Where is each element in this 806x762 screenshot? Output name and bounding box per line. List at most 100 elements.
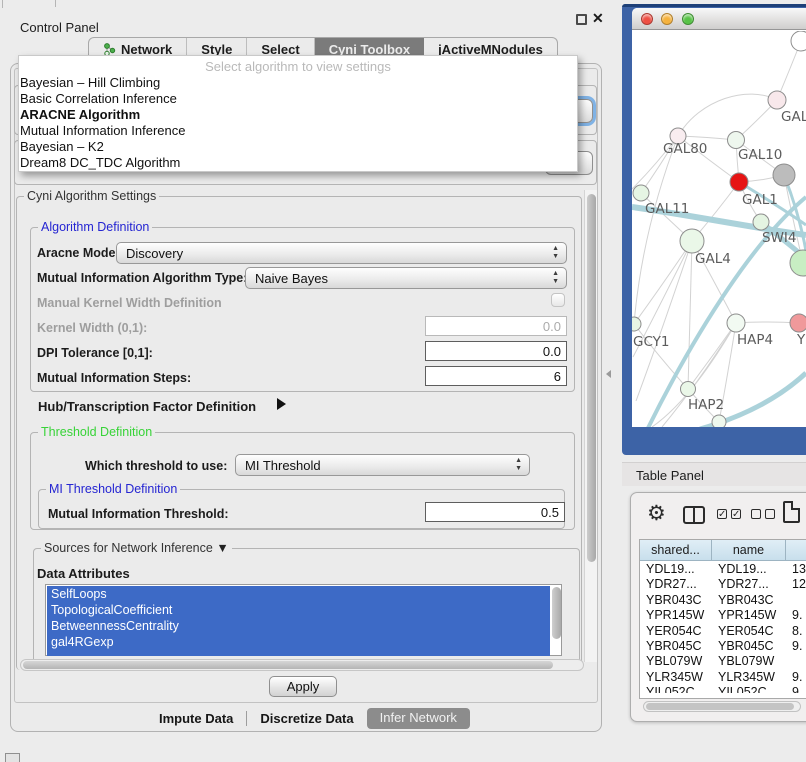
table-rows: YDL19... YDL19... 13 YDR27... YDR27... 1… [640,562,806,693]
dpi-tolerance-field[interactable]: 0.0 [425,341,567,361]
menu-item-basic-correlation[interactable]: Basic Correlation Inference [20,91,570,107]
table-row[interactable]: YIL052C YIL052C 9 [640,685,806,693]
table-row[interactable]: YBR045C YBR045C 9. [640,639,806,654]
table-row[interactable]: YLR345W YLR345W 9. [640,670,806,685]
table-row[interactable]: YBR043C YBR043C [640,593,806,608]
cell: 9. [792,670,802,685]
splitter-collapse-icon[interactable] [606,370,611,378]
cell: YPR145W [718,608,776,623]
apply-button[interactable]: Apply [269,676,337,697]
collapsed-panel-icon[interactable] [5,753,20,762]
node-hap2[interactable] [681,382,696,397]
file-icon[interactable] [783,501,800,523]
settings-vscroll-thumb[interactable] [587,194,596,562]
gear-icon[interactable]: ⚙ [647,501,666,526]
tab-discretize-data[interactable]: Discretize Data [247,709,366,729]
unchecked-checkbox-icon[interactable] [751,509,761,519]
columns-icon[interactable] [683,506,705,524]
data-attributes-list[interactable]: SelfLoops TopologicalCoefficient Between… [45,584,562,656]
list-scrollbar[interactable] [552,587,561,639]
settings-horizontal-scrollbar[interactable] [20,659,584,671]
node-label: GAL [781,109,806,125]
which-threshold-combo[interactable]: MI Threshold ▲▼ [235,454,530,476]
node-salmon[interactable] [790,314,806,332]
mi-type-combo[interactable]: Naive Bayes ▲▼ [245,267,567,289]
settings-vertical-scrollbar[interactable] [584,190,597,662]
mi-type-value: Naive Bayes [255,268,328,289]
cell: YBR043C [646,593,702,608]
network-canvas[interactable]: GAL GAL80 GAL10 GAL1 GAL11 SWI4 GAL4 GCY… [632,31,806,427]
network-window-titlebar[interactable] [632,8,806,30]
tab-infer-network[interactable]: Infer Network [367,708,470,729]
checked-checkbox-icon[interactable]: ✓ [717,509,727,519]
table-hscroll-thumb[interactable] [646,703,794,710]
node-gray[interactable] [773,164,795,186]
cell: YDL19... [718,562,767,577]
node-gcy1[interactable] [632,317,641,331]
unchecked-checkbox-icon[interactable] [765,509,775,519]
float-panel-icon[interactable] [576,14,587,25]
cell: YDL19... [646,562,695,577]
kernel-width-field[interactable]: 0.0 [425,316,567,336]
node-gal1-red[interactable] [730,173,748,191]
column-header-cut[interactable]: A [786,540,806,561]
table-row[interactable]: YPR145W YPR145W 9. [640,608,806,623]
table-horizontal-scrollbar[interactable] [643,701,801,712]
menu-item-aracne[interactable]: ARACNE Algorithm [20,107,570,123]
table-row[interactable]: YDR27... YDR27... 12 [640,577,806,592]
aracne-mode-label: Aracne Mode: [37,246,120,260]
aracne-mode-combo[interactable]: Discovery ▲▼ [116,242,567,264]
node-gal-cut[interactable] [768,91,786,109]
minimize-window-icon[interactable] [661,13,673,25]
cell: 13 [792,562,806,577]
list-item[interactable]: BetweennessCentrality [47,618,550,634]
node-green-bottom[interactable] [712,415,726,427]
cell: 9. [792,608,802,623]
tab-impute-data[interactable]: Impute Data [146,709,246,729]
table-row[interactable]: YBL079W YBL079W [640,654,806,669]
menu-item-bayesian-hill-climbing[interactable]: Bayesian – Hill Climbing [20,75,570,91]
list-item[interactable]: gal4RGexp [47,634,550,650]
list-item[interactable]: TopologicalCoefficient [47,602,550,618]
cell: YPR145W [646,608,704,623]
column-header-name[interactable]: name [712,540,786,561]
menu-item-mutual-information[interactable]: Mutual Information Inference [20,123,570,139]
control-panel-title: Control Panel [20,20,99,35]
node-gal11[interactable] [633,185,649,201]
window-edge-line [2,0,3,8]
settings-hscroll-thumb[interactable] [23,661,553,669]
cell: YER054C [718,624,774,639]
menu-item-bayesian-k2[interactable]: Bayesian – K2 [20,139,570,155]
menu-item-dream8[interactable]: Dream8 DC_TDC Algorithm [20,155,570,171]
table-panel-title: Table Panel [636,468,704,483]
cell: YDR27... [718,577,769,592]
table-row[interactable]: YER054C YER054C 8. [640,624,806,639]
node-unlabeled[interactable] [791,31,806,51]
hub-expand-icon[interactable] [277,398,286,410]
threshold-definition-title: Threshold Definition [38,425,155,439]
collapse-triangle-icon[interactable]: ▼ [216,541,228,555]
cell: YIL052C [718,685,767,693]
close-panel-icon[interactable]: ✕ [592,10,604,27]
node-hap4[interactable] [727,314,745,332]
mi-steps-field[interactable]: 6 [425,366,567,386]
cell: 8. [792,624,802,639]
cell: YLR345W [646,670,703,685]
column-header-shared[interactable]: shared... [640,540,712,561]
cell: YLR345W [718,670,775,685]
checked-checkbox-icon[interactable]: ✓ [731,509,741,519]
node-green-right[interactable] [790,250,806,276]
node-gal10[interactable] [728,132,745,149]
manual-kernel-checkbox[interactable] [551,293,565,307]
close-window-icon[interactable] [641,13,653,25]
list-item[interactable]: SelfLoops [47,586,550,602]
node-gal4[interactable] [680,229,704,253]
bottom-tabbar: Impute Data Discretize Data Infer Networ… [146,708,470,729]
zoom-window-icon[interactable] [682,13,694,25]
network-window: GAL GAL80 GAL10 GAL1 GAL11 SWI4 GAL4 GCY… [632,8,806,427]
manual-kernel-label: Manual Kernel Width Definition [37,296,222,310]
node-swi4[interactable] [753,214,769,230]
table-row[interactable]: YDL19... YDL19... 13 [640,562,806,577]
mi-threshold-field[interactable]: 0.5 [425,502,565,522]
data-attributes-label: Data Attributes [37,566,130,581]
